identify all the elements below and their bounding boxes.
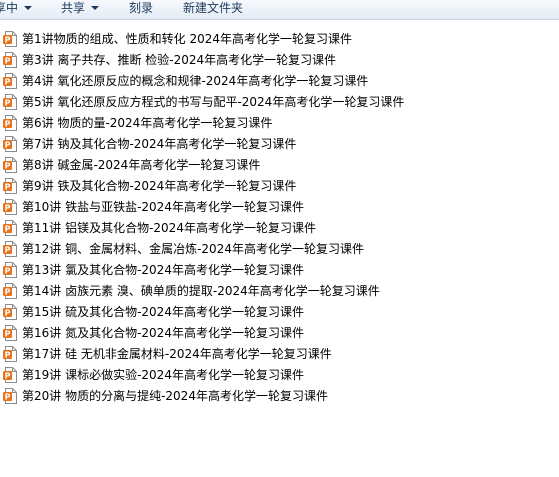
svg-text:P: P — [5, 266, 11, 275]
file-list-item[interactable]: P 第20讲 物质的分离与提纯-2024年高考化学一轮复习课件 — [0, 385, 559, 406]
svg-text:P: P — [5, 140, 11, 149]
file-list: P 第1讲物质的组成、性质和转化 2024年高考化学一轮复习课件 P 第3讲 离子共存… — [0, 28, 559, 406]
svg-text:P: P — [5, 392, 11, 401]
toolbar-item-label: 共享 — [61, 1, 86, 15]
svg-text:P: P — [5, 161, 11, 170]
powerpoint-file-icon: P — [3, 387, 17, 404]
file-name: 第3讲 离子共存、推断 检验-2024年高考化学一轮复习课件 — [22, 52, 337, 67]
file-name: 第9讲 铁及其化合物-2024年高考化学一轮复习课件 — [22, 178, 297, 193]
file-name: 第16讲 氮及其化合物-2024年高考化学一轮复习课件 — [22, 325, 304, 340]
file-list-item[interactable]: P 第17讲 硅 无机非金属材料-2024年高考化学一轮复习课件 — [0, 343, 559, 364]
file-list-item[interactable]: P 第5讲 氧化还原反应方程式的书写与配平-2024年高考化学一轮复习课件 — [0, 91, 559, 112]
powerpoint-file-icon: P — [3, 324, 17, 341]
file-list-item[interactable]: P 第13讲 氯及其化合物-2024年高考化学一轮复习课件 — [0, 259, 559, 280]
file-list-item[interactable]: P 第8讲 碱金属-2024年高考化学一轮复习课件 — [0, 154, 559, 175]
file-name: 第8讲 碱金属-2024年高考化学一轮复习课件 — [22, 157, 261, 172]
file-name: 第6讲 物质的量-2024年高考化学一轮复习课件 — [22, 115, 273, 130]
dropdown-arrow-icon — [24, 6, 33, 10]
file-list-item[interactable]: P 第16讲 氮及其化合物-2024年高考化学一轮复习课件 — [0, 322, 559, 343]
file-list-item[interactable]: P 第1讲物质的组成、性质和转化 2024年高考化学一轮复习课件 — [0, 28, 559, 49]
file-name: 第10讲 铁盐与亚铁盐-2024年高考化学一轮复习课件 — [22, 199, 304, 214]
powerpoint-file-icon: P — [3, 198, 17, 215]
svg-text:P: P — [5, 371, 11, 380]
powerpoint-file-icon: P — [3, 240, 17, 257]
svg-text:P: P — [5, 35, 11, 44]
powerpoint-file-icon: P — [3, 156, 17, 173]
svg-text:P: P — [5, 287, 11, 296]
powerpoint-file-icon: P — [3, 261, 17, 278]
svg-text:P: P — [5, 56, 11, 65]
powerpoint-file-icon: P — [3, 219, 17, 236]
file-list-item[interactable]: P 第11讲 铝镁及其化合物-2024年高考化学一轮复习课件 — [0, 217, 559, 238]
file-list-item[interactable]: P 第10讲 铁盐与亚铁盐-2024年高考化学一轮复习课件 — [0, 196, 559, 217]
powerpoint-file-icon: P — [3, 93, 17, 110]
svg-text:P: P — [5, 182, 11, 191]
file-name: 第12讲 铜、金属材料、金属冶炼-2024年高考化学一轮复习课件 — [22, 241, 364, 256]
svg-text:P: P — [5, 203, 11, 212]
svg-text:P: P — [5, 98, 11, 107]
svg-text:P: P — [5, 77, 11, 86]
file-name: 第11讲 铝镁及其化合物-2024年高考化学一轮复习课件 — [22, 220, 316, 235]
powerpoint-file-icon: P — [3, 51, 17, 68]
toolbar-item-label: 新建文件夹 — [183, 1, 244, 15]
file-list-item[interactable]: P 第14讲 卤族元素 溴、碘单质的提取-2024年高考化学一轮复习课件 — [0, 280, 559, 301]
file-list-item[interactable]: P 第4讲 氧化还原反应的概念和规律-2024年高考化学一轮复习课件 — [0, 70, 559, 91]
file-name: 第1讲物质的组成、性质和转化 2024年高考化学一轮复习课件 — [22, 31, 352, 46]
svg-text:P: P — [5, 308, 11, 317]
powerpoint-file-icon: P — [3, 303, 17, 320]
toolbar-item-label: 享中 — [0, 1, 19, 15]
toolbar-item-label: 刻录 — [129, 1, 154, 15]
powerpoint-file-icon: P — [3, 345, 17, 362]
svg-text:P: P — [5, 245, 11, 254]
file-name: 第4讲 氧化还原反应的概念和规律-2024年高考化学一轮复习课件 — [22, 73, 369, 88]
file-name: 第7讲 钠及其化合物-2024年高考化学一轮复习课件 — [22, 136, 297, 151]
toolbar-burn-button[interactable]: 刻录 — [129, 0, 153, 16]
toolbar-new-folder-button[interactable]: 新建文件夹 — [183, 0, 243, 16]
file-name: 第17讲 硅 无机非金属材料-2024年高考化学一轮复习课件 — [22, 346, 332, 361]
file-list-item[interactable]: P 第6讲 物质的量-2024年高考化学一轮复习课件 — [0, 112, 559, 133]
powerpoint-file-icon: P — [3, 114, 17, 131]
file-name: 第13讲 氯及其化合物-2024年高考化学一轮复习课件 — [22, 262, 304, 277]
powerpoint-file-icon: P — [3, 366, 17, 383]
command-toolbar: 享中 共享 刻录 新建文件夹 — [0, 0, 559, 20]
file-list-item[interactable]: P 第15讲 硫及其化合物-2024年高考化学一轮复习课件 — [0, 301, 559, 322]
svg-text:P: P — [5, 329, 11, 338]
svg-text:P: P — [5, 119, 11, 128]
powerpoint-file-icon: P — [3, 72, 17, 89]
file-name: 第19讲 课标必做实验-2024年高考化学一轮复习课件 — [22, 367, 304, 382]
dropdown-arrow-icon — [91, 6, 100, 10]
file-name: 第15讲 硫及其化合物-2024年高考化学一轮复习课件 — [22, 304, 304, 319]
powerpoint-file-icon: P — [3, 177, 17, 194]
toolbar-share-button[interactable]: 共享 — [61, 0, 100, 16]
file-name: 第20讲 物质的分离与提纯-2024年高考化学一轮复习课件 — [22, 388, 328, 403]
file-list-item[interactable]: P 第7讲 钠及其化合物-2024年高考化学一轮复习课件 — [0, 133, 559, 154]
file-list-item[interactable]: P 第19讲 课标必做实验-2024年高考化学一轮复习课件 — [0, 364, 559, 385]
svg-text:P: P — [5, 350, 11, 359]
file-list-item[interactable]: P 第12讲 铜、金属材料、金属冶炼-2024年高考化学一轮复习课件 — [0, 238, 559, 259]
toolbar-include-in-library-button[interactable]: 享中 — [0, 0, 33, 16]
svg-text:P: P — [5, 224, 11, 233]
powerpoint-file-icon: P — [3, 30, 17, 47]
file-list-item[interactable]: P 第9讲 铁及其化合物-2024年高考化学一轮复习课件 — [0, 175, 559, 196]
file-list-item[interactable]: P 第3讲 离子共存、推断 检验-2024年高考化学一轮复习课件 — [0, 49, 559, 70]
powerpoint-file-icon: P — [3, 135, 17, 152]
powerpoint-file-icon: P — [3, 282, 17, 299]
file-name: 第5讲 氧化还原反应方程式的书写与配平-2024年高考化学一轮复习课件 — [22, 94, 405, 109]
file-name: 第14讲 卤族元素 溴、碘单质的提取-2024年高考化学一轮复习课件 — [22, 283, 380, 298]
